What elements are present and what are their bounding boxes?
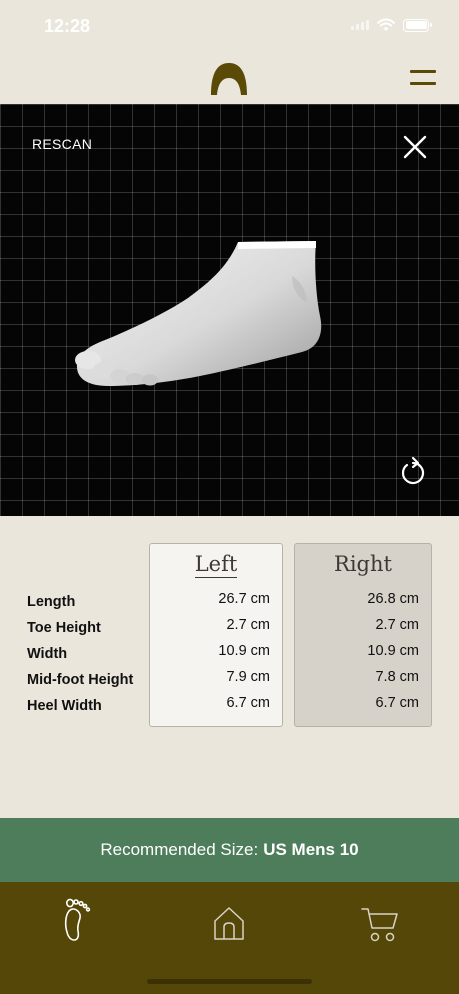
- measurement-labels: Length Toe Height Width Mid-foot Height …: [27, 592, 133, 722]
- label-length: Length: [27, 594, 76, 610]
- recommended-size-value: US Mens 10: [263, 840, 359, 859]
- left-heel-width-value: 6.7 cm: [226, 695, 270, 711]
- left-length-value: 26.7 cm: [218, 591, 270, 607]
- left-toe-height-value: 2.7 cm: [226, 617, 270, 633]
- recommended-size-banner: Recommended Size: US Mens 10: [0, 818, 459, 882]
- menu-line-top: [410, 70, 436, 73]
- battery-icon: [403, 18, 432, 32]
- left-foot-title: Left: [194, 552, 238, 578]
- tab-bar: [0, 882, 459, 994]
- arch-logo-icon[interactable]: [210, 60, 248, 96]
- rotate-icon[interactable]: [399, 456, 427, 486]
- right-length-value: 26.8 cm: [367, 591, 419, 607]
- app-header: [0, 52, 459, 104]
- foot-icon[interactable]: [60, 898, 92, 942]
- left-mid-foot-height-value: 7.9 cm: [226, 669, 270, 685]
- rescan-button[interactable]: RESCAN: [32, 136, 92, 152]
- left-foot-values: 26.7 cm 2.7 cm 10.9 cm 7.9 cm 6.7 cm: [218, 590, 270, 720]
- measurements-section: Length Toe Height Width Mid-foot Height …: [0, 516, 459, 818]
- label-toe-height: Toe Height: [27, 620, 101, 636]
- home-icon[interactable]: [213, 906, 245, 940]
- wifi-icon: [377, 18, 395, 31]
- recommended-size-label: Recommended Size:: [100, 840, 259, 859]
- right-mid-foot-height-value: 7.8 cm: [375, 669, 419, 685]
- menu-button[interactable]: [408, 68, 438, 90]
- signal-icon: [351, 20, 369, 30]
- close-icon[interactable]: [402, 134, 428, 160]
- right-heel-width-value: 6.7 cm: [375, 695, 419, 711]
- cart-icon[interactable]: [361, 906, 399, 942]
- left-foot-card[interactable]: Left 26.7 cm 2.7 cm 10.9 cm 7.9 cm 6.7 c…: [149, 543, 283, 727]
- foot-3d-model[interactable]: [70, 236, 332, 396]
- status-icons: [351, 18, 432, 32]
- menu-line-bottom: [410, 82, 436, 85]
- label-mid-foot-height: Mid-foot Height: [27, 672, 134, 688]
- label-width: Width: [27, 646, 68, 662]
- status-bar: 12:28: [0, 0, 459, 52]
- right-foot-title: Right: [334, 552, 392, 576]
- home-indicator: [147, 979, 312, 984]
- status-time: 12:28: [44, 16, 91, 36]
- label-heel-width: Heel Width: [27, 698, 102, 714]
- right-width-value: 10.9 cm: [367, 643, 419, 659]
- right-foot-card[interactable]: Right 26.8 cm 2.7 cm 10.9 cm 7.8 cm 6.7 …: [294, 543, 432, 727]
- scan-viewer[interactable]: RESCAN: [0, 104, 459, 516]
- left-width-value: 10.9 cm: [218, 643, 270, 659]
- right-toe-height-value: 2.7 cm: [375, 617, 419, 633]
- right-foot-values: 26.8 cm 2.7 cm 10.9 cm 7.8 cm 6.7 cm: [367, 590, 419, 720]
